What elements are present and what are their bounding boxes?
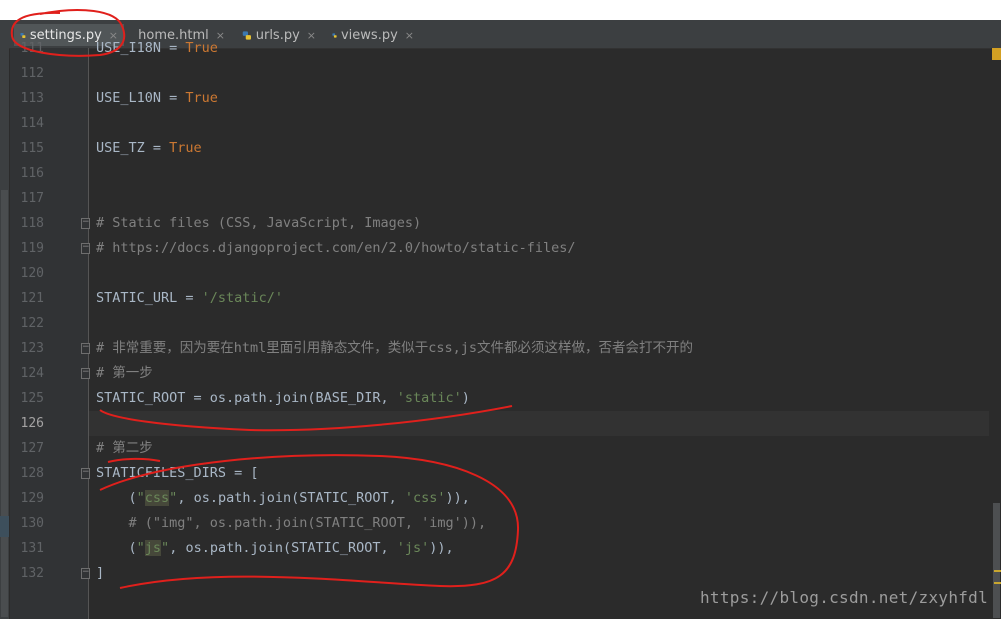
code-token: )), [445,490,470,506]
code-line[interactable]: STATIC_ROOT = os.path.join(BASE_DIR, 'st… [96,386,470,411]
left-tool-strip [0,48,9,619]
line-number: 112 [20,66,44,81]
tab-views-py[interactable]: views.py × [326,24,420,46]
line-number: 128 [20,466,44,481]
line-number: 118 [20,216,44,231]
line-number: 124 [20,366,44,381]
code-line[interactable]: # 第二步 [96,436,153,461]
code-line[interactable]: USE_I18N = True [96,36,218,61]
code-token: )), [429,540,454,556]
code-token: USE_I18N = [96,40,186,56]
close-icon[interactable]: × [307,29,316,42]
code-token: 'static' [396,390,462,406]
fold-toggle-icon[interactable]: − [81,218,90,229]
code-line[interactable]: # https://docs.djangoproject.com/en/2.0/… [96,236,576,261]
left-scroll-thumb[interactable] [1,190,8,617]
line-number: 132 [20,566,44,581]
current-line-highlight [89,411,989,436]
code-line[interactable]: ("js", os.path.join(STATIC_ROOT, 'js')), [96,536,454,561]
tab-label: views.py [340,27,398,43]
code-line[interactable]: # 第一步 [96,361,153,386]
code-token: , os.path.join(STATIC_ROOT, [177,490,405,506]
code-token: # 第一步 [96,365,153,381]
line-number: 121 [20,291,44,306]
vertical-scrollbar[interactable] [991,48,1001,619]
line-number: 117 [20,191,44,206]
code-token: True [185,90,218,106]
code-token: # ("img", os.path.join(STATIC_ROOT, 'img… [96,515,487,531]
watermark: https://blog.csdn.net/zxyhfdl [700,588,989,607]
line-number: 123 [20,341,44,356]
code-line[interactable]: # 非常重要，因为要在html里面引用静态文件，类似于css,js文件都必须这样… [96,336,693,361]
fold-toggle-icon[interactable]: − [81,368,90,379]
code-token: True [185,40,218,56]
code-token: 'css' [404,490,446,506]
line-number: 120 [20,266,44,281]
code-line[interactable]: USE_L10N = True [96,86,218,111]
code-token: True [169,140,202,156]
close-icon[interactable]: × [405,29,414,42]
code-token: USE_TZ = [96,140,170,156]
code-line[interactable]: ("css", os.path.join(STATIC_ROOT, 'css')… [96,486,470,511]
line-number: 119 [20,241,44,256]
line-number: 130 [20,516,44,531]
code-token: ( [96,490,137,506]
code-line[interactable]: STATICFILES_DIRS = [ [96,461,259,486]
line-number: 122 [20,316,44,331]
code-token: , os.path.join(STATIC_ROOT, [169,540,397,556]
code-token: '/static/' [201,290,283,306]
code-token: STATIC_ROOT = os.path.join(BASE_DIR, [96,390,397,406]
line-number: 111 [20,41,44,56]
code-token: 'js' [396,540,430,556]
code-token: # 非常重要，因为要在html里面引用静态文件，类似于css,js文件都必须这样… [96,340,694,356]
error-stripe-mark[interactable] [994,570,1001,572]
code-token: # 第二步 [96,440,153,456]
code-token: " [161,540,170,556]
fold-toggle-icon[interactable]: − [81,343,90,354]
inspection-status-marker[interactable] [992,48,1001,60]
line-number: 126 [20,416,44,431]
code-token: STATICFILES_DIRS = [ [96,465,259,481]
code-token: js [144,540,162,556]
code-token: # Static files (CSS, JavaScript, Images) [96,215,422,231]
code-token: ] [96,565,105,581]
tab-label: urls.py [255,27,300,43]
window-top-strip [0,0,1001,20]
code-token: USE_L10N = [96,90,186,106]
code-line[interactable]: # Static files (CSS, JavaScript, Images) [96,211,421,236]
code-token: " [136,490,145,506]
line-number: 113 [20,91,44,106]
code-line[interactable]: ] [96,561,104,586]
fold-toggle-icon[interactable]: − [81,568,90,579]
line-number: 114 [20,116,44,131]
fold-toggle-icon[interactable]: − [81,468,90,479]
left-strip-highlight [0,516,9,537]
code-line[interactable]: STATIC_URL = '/static/' [96,286,283,311]
code-token: # https://docs.djangoproject.com/en/2.0/… [96,240,576,256]
tab-urls-py[interactable]: urls.py × [236,24,322,46]
line-number: 131 [20,541,44,556]
line-number: 125 [20,391,44,406]
fold-toggle-icon[interactable]: − [81,243,90,254]
error-stripe-mark[interactable] [994,582,1001,584]
python-file-icon [242,30,251,40]
line-number: 129 [20,491,44,506]
code-token: css [144,490,170,506]
line-number: 127 [20,441,44,456]
code-token: ( [96,540,137,556]
code-line[interactable]: USE_TZ = True [96,136,202,161]
line-number: 115 [20,141,44,156]
code-line[interactable]: # ("img", os.path.join(STATIC_ROOT, 'img… [96,511,487,536]
scrollbar-thumb[interactable] [993,503,1000,618]
code-token: STATIC_URL = [96,290,202,306]
python-file-icon [332,32,337,38]
code-token: " [136,540,145,556]
line-number: 116 [20,166,44,181]
code-token: ) [461,390,470,406]
